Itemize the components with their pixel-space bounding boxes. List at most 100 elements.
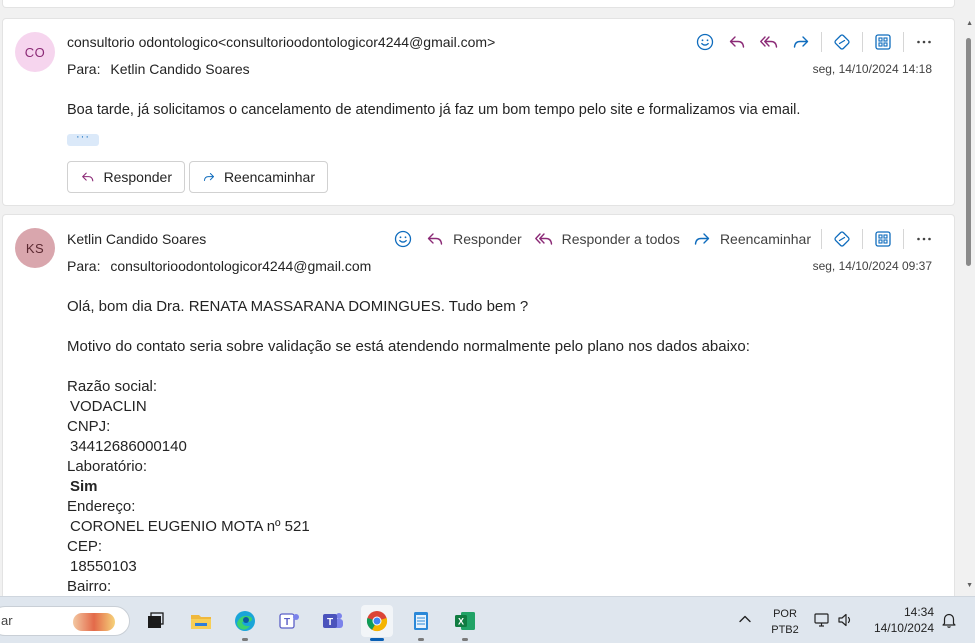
reply-icon-button[interactable] — [721, 28, 753, 56]
teams-icon: T — [279, 613, 299, 629]
svg-text:T: T — [284, 617, 290, 628]
reply-button-label: Responder — [103, 169, 173, 185]
search-highlight-image — [73, 613, 115, 631]
bairro-label: Bairro: — [67, 578, 112, 595]
chevron-up-icon[interactable] — [738, 612, 752, 626]
search-text: ar — [1, 613, 13, 628]
notification-bell-icon[interactable] — [940, 611, 958, 629]
recipient-email[interactable]: consultorioodontologicor4244@gmail.com — [110, 258, 371, 274]
greeting-line: Olá, bom dia Dra. RENATA MASSARANA DOMIN… — [67, 298, 529, 315]
running-indicator — [418, 638, 424, 641]
lab-label: Laboratório: — [67, 458, 148, 475]
ellipsis-icon — [917, 40, 931, 44]
razao-label: Razão social: — [67, 378, 158, 395]
apps-button[interactable] — [867, 225, 899, 253]
lab-value: Sim — [70, 478, 98, 495]
running-indicator — [462, 638, 468, 641]
keyboard-layout: PTB2 — [771, 624, 799, 636]
taskbar-search-box[interactable]: ar — [0, 606, 130, 636]
forward-button[interactable]: Reencaminhar — [686, 225, 817, 253]
scrollbar-thumb[interactable] — [966, 38, 971, 266]
volume-icon[interactable] — [836, 611, 854, 629]
teams-work-button[interactable]: T — [317, 605, 349, 637]
endereco-value: CORONEL EUGENIO MOTA nº 521 — [70, 518, 310, 535]
sender[interactable]: Ketlin Candido Soares — [67, 231, 206, 247]
cep-value: 18550103 — [70, 558, 137, 575]
recipients: Para: consultorioodontologicor4244@gmail… — [67, 258, 371, 274]
active-indicator — [370, 638, 384, 641]
diamond-arrows-icon — [834, 34, 850, 50]
message-card-2: KS Ketlin Candido Soares Para: consultor… — [2, 214, 955, 604]
forward-icon — [694, 233, 710, 245]
smiley-icon — [394, 230, 412, 248]
reply-icon — [82, 172, 94, 182]
divider — [903, 32, 904, 52]
apps-button[interactable] — [867, 28, 899, 56]
svg-text:X: X — [458, 617, 464, 627]
apps-grid-icon — [875, 231, 891, 247]
sender[interactable]: consultorio odontologico<consultorioodon… — [67, 34, 495, 50]
reply-all-icon — [760, 36, 778, 48]
scroll-down-arrow[interactable]: ▼ — [966, 582, 973, 589]
reply-label: Responder — [453, 231, 522, 247]
forward-button[interactable]: Reencaminhar — [189, 161, 328, 193]
divider — [862, 229, 863, 249]
more-actions-button[interactable] — [908, 225, 940, 253]
svg-text:T: T — [327, 617, 333, 628]
reply-all-button[interactable]: Responder a todos — [528, 225, 686, 253]
teams-personal-button[interactable]: T — [273, 605, 305, 637]
excel-icon: X — [455, 612, 475, 630]
file-explorer-button[interactable] — [185, 605, 217, 637]
cnpj-label: CNPJ: — [67, 418, 111, 435]
chrome-browser-button[interactable] — [361, 605, 393, 637]
forward-icon-button[interactable] — [785, 28, 817, 56]
reply-button[interactable]: Responder — [419, 225, 528, 253]
immersive-reader-button[interactable] — [826, 225, 858, 253]
forward-label: Reencaminhar — [719, 231, 811, 247]
reply-button[interactable]: Responder — [67, 161, 185, 193]
message-actions — [689, 28, 940, 56]
divider — [821, 32, 822, 52]
smiley-icon — [696, 33, 714, 51]
language-code: POR — [773, 608, 797, 620]
reply-all-label: Responder a todos — [561, 231, 680, 247]
running-indicator — [242, 638, 248, 641]
show-trimmed-content-button[interactable]: ··· — [67, 132, 99, 146]
recipient-name[interactable]: Ketlin Candido Soares — [110, 61, 249, 77]
razao-value: VODACLIN — [70, 398, 147, 415]
forward-button-label: Reencaminhar — [223, 169, 315, 185]
network-icon[interactable] — [813, 611, 831, 629]
reply-icon — [427, 233, 443, 245]
excel-button[interactable]: X — [449, 605, 481, 637]
divider — [821, 229, 822, 249]
avatar[interactable]: CO — [15, 32, 55, 72]
more-actions-button[interactable] — [908, 28, 940, 56]
message-body: Boa tarde, já solicitamos o cancelamento… — [67, 102, 801, 118]
emoji-reaction-button[interactable] — [689, 28, 721, 56]
message-body: Olá, bom dia Dra. RENATA MASSARANA DOMIN… — [67, 297, 750, 597]
edge-browser-button[interactable] — [229, 605, 261, 637]
divider — [862, 32, 863, 52]
teams-icon: T — [323, 613, 343, 628]
forward-icon — [203, 173, 214, 181]
input-language-indicator[interactable]: POR PTB2 — [770, 606, 800, 638]
edge-icon — [235, 611, 255, 631]
message-date: seg, 14/10/2024 14:18 — [812, 62, 932, 76]
clock-date: 14/10/2024 — [873, 621, 934, 635]
task-view-button[interactable] — [139, 605, 171, 637]
notepad-icon — [414, 612, 428, 630]
emoji-reaction-button[interactable] — [387, 225, 419, 253]
task-view-icon — [148, 612, 164, 628]
reply-all-icon-button[interactable] — [753, 28, 785, 56]
scroll-up-arrow[interactable]: ▲ — [966, 20, 973, 27]
recipients: Para: Ketlin Candido Soares — [67, 61, 250, 77]
divider — [903, 229, 904, 249]
endereco-label: Endereço: — [67, 498, 136, 515]
chrome-icon — [366, 611, 388, 632]
system-clock[interactable]: 14:34 14/10/2024 — [866, 604, 934, 636]
reply-icon — [729, 36, 745, 48]
message-card-1: CO consultorio odontologico<consultorioo… — [2, 18, 955, 206]
notepad-button[interactable] — [405, 605, 437, 637]
immersive-reader-button[interactable] — [826, 28, 858, 56]
avatar[interactable]: KS — [15, 228, 55, 268]
